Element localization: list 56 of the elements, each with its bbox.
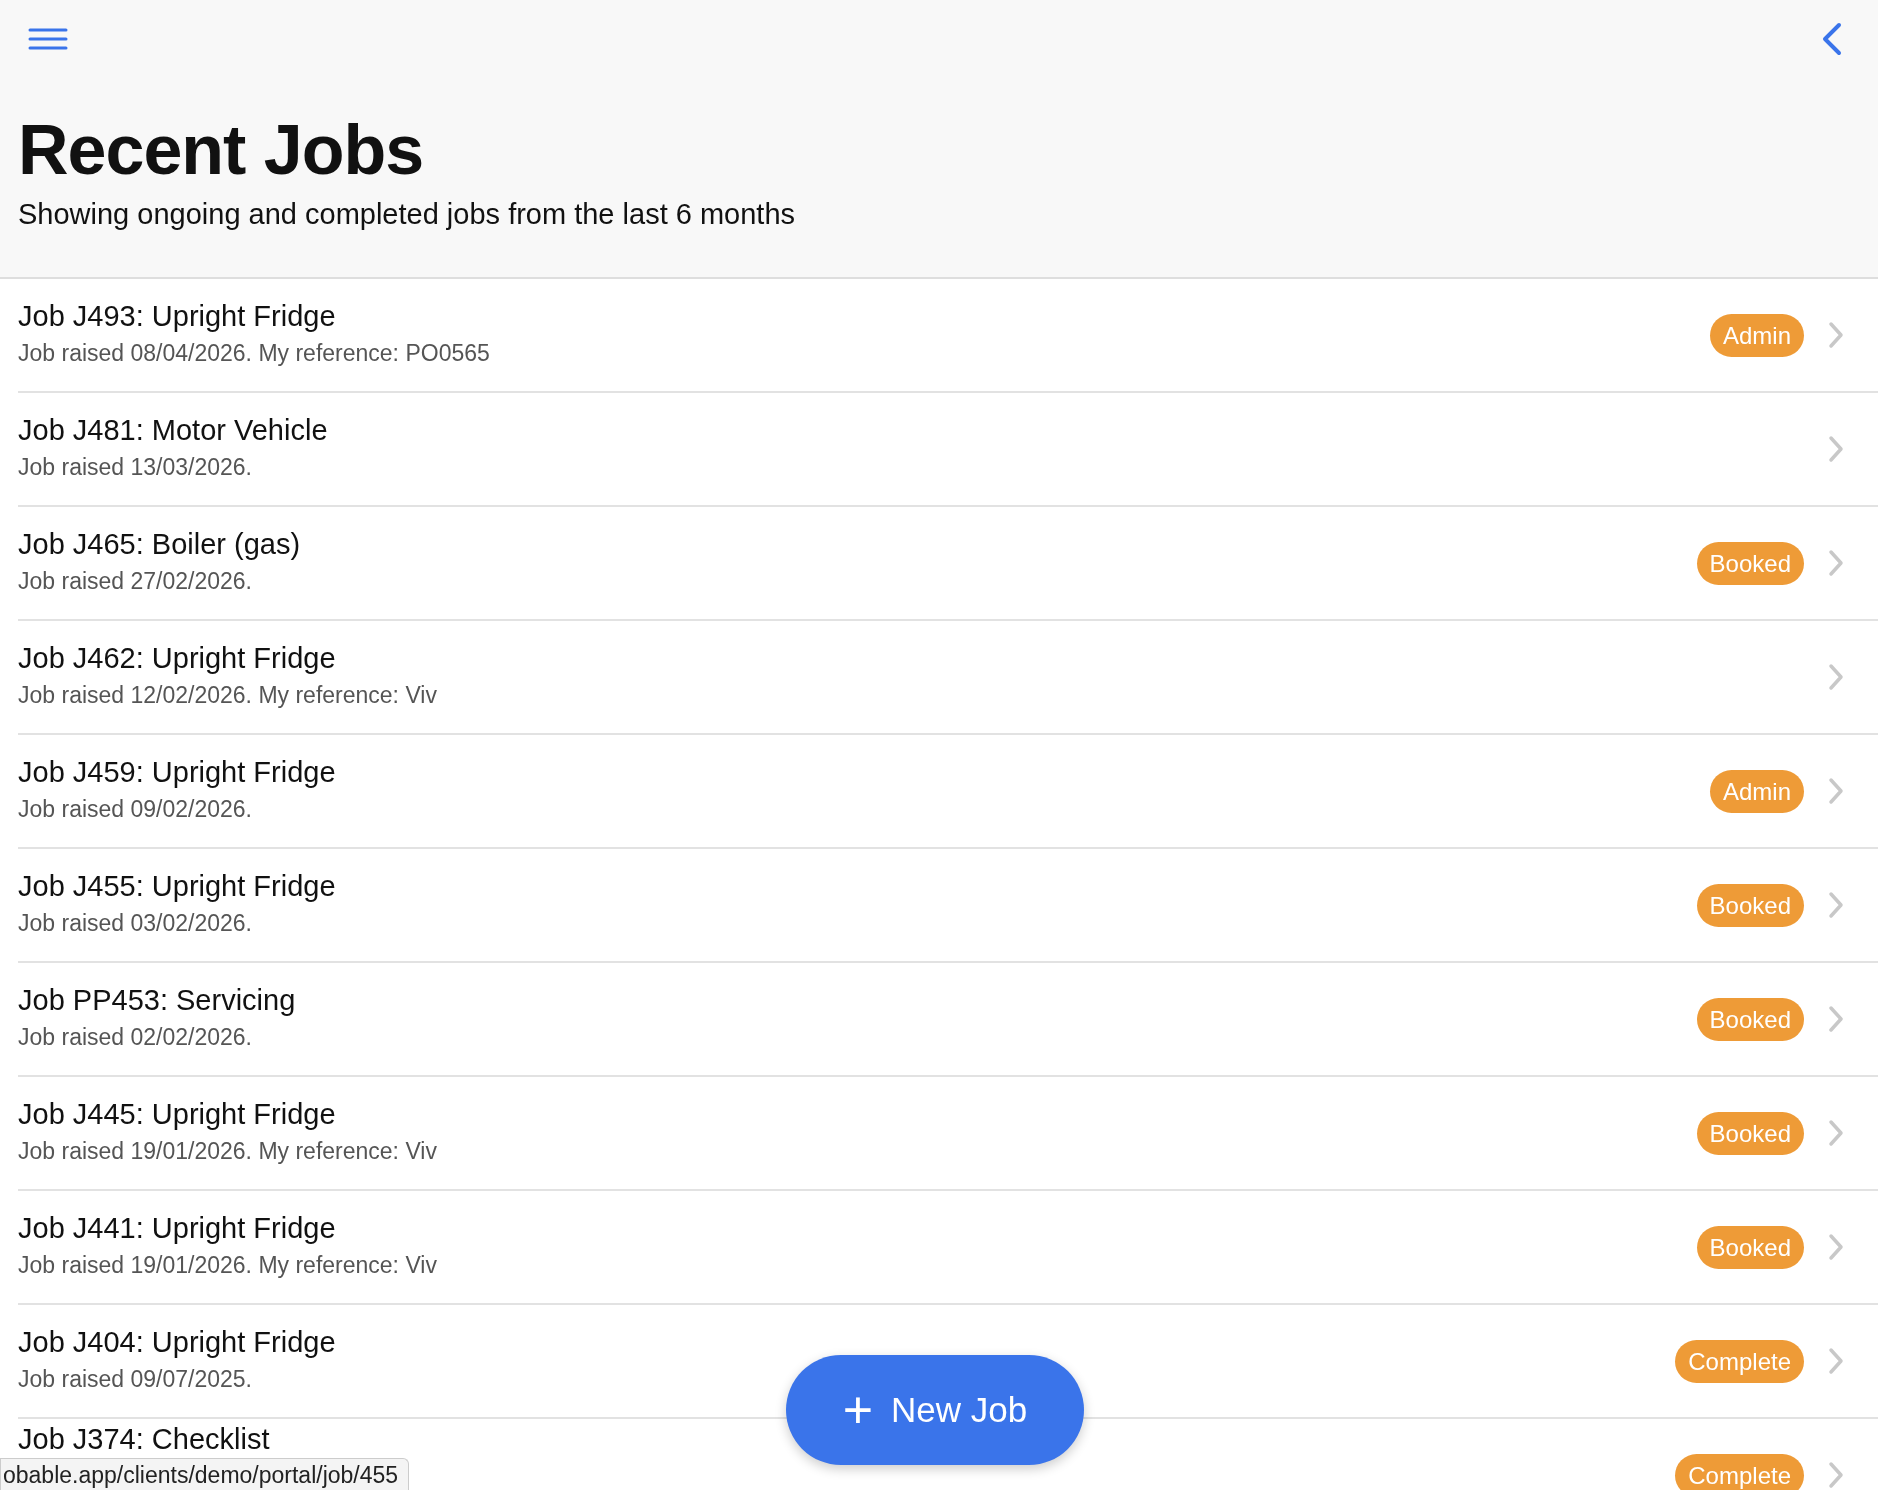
status-badge: Complete — [1675, 1339, 1804, 1383]
chevron-icon — [1828, 777, 1844, 805]
job-detail: Job raised 13/03/2026. — [18, 454, 253, 481]
status-badge: Booked — [1696, 541, 1804, 585]
job-row[interactable]: Job J493: Upright Fridge Job raised 08/04/2026. My reference: PO0565 Admin — [18, 279, 1878, 393]
back-icon[interactable] — [1822, 22, 1842, 56]
job-detail: Job raised 19/01/2026. My reference: Viv — [18, 1138, 438, 1165]
job-detail: Job raised 09/07/2025. — [18, 1366, 253, 1393]
page-title: Recent Jobs — [18, 110, 425, 190]
status-badge: Admin — [1709, 769, 1804, 813]
chevron-icon — [1828, 1119, 1844, 1147]
menu-icon[interactable] — [28, 27, 68, 51]
job-title: Job PP453: Servicing — [18, 983, 297, 1018]
job-row[interactable]: Job J462: Upright Fridge Job raised 12/02/2026. My reference: Viv — [18, 621, 1878, 735]
chevron-icon — [1828, 1347, 1844, 1375]
job-row[interactable]: Job J455: Upright Fridge Job raised 03/02/2026. Booked — [18, 849, 1878, 963]
job-detail: Job raised 12/02/2026. My reference: Viv — [18, 682, 438, 709]
job-detail: Job raised 02/02/2026. — [18, 1024, 253, 1051]
status-url: obable.app/clients/demo/portal/job/455 — [0, 1458, 410, 1490]
job-title: Job J445: Upright Fridge — [18, 1097, 337, 1132]
status-badge: Booked — [1696, 1225, 1804, 1269]
job-title: Job J459: Upright Fridge — [18, 755, 337, 790]
job-title: Job J404: Upright Fridge — [18, 1325, 337, 1360]
job-detail: Job raised 03/02/2026. — [18, 910, 253, 937]
job-title: Job J441: Upright Fridge — [18, 1211, 337, 1246]
job-row[interactable]: Job J445: Upright Fridge Job raised 19/01/2026. My reference: Viv Booked — [18, 1077, 1878, 1191]
job-detail: Job raised 27/02/2026. — [18, 568, 253, 595]
page-subtitle: Showing ongoing and completed jobs from the last 6 months — [18, 198, 797, 231]
chevron-icon — [1828, 321, 1844, 349]
status-badge: Admin — [1709, 313, 1804, 357]
status-badge: Booked — [1696, 1111, 1804, 1155]
job-title: Job J455: Upright Fridge — [18, 869, 337, 904]
chevron-icon — [1828, 1005, 1844, 1033]
chevron-icon — [1828, 891, 1844, 919]
new-job-button[interactable]: + New Job — [786, 1355, 1084, 1465]
chevron-icon — [1828, 1233, 1844, 1261]
status-badge: Booked — [1696, 883, 1804, 927]
chevron-icon — [1828, 1461, 1844, 1489]
job-row[interactable]: Job J441: Upright Fridge Job raised 19/01/2026. My reference: Viv Booked — [18, 1191, 1878, 1305]
chevron-icon — [1828, 435, 1844, 463]
chevron-icon — [1828, 549, 1844, 577]
job-row[interactable]: Job PP453: Servicing Job raised 02/02/2026. Booked — [18, 963, 1878, 1077]
job-detail: Job raised 19/01/2026. My reference: Viv — [18, 1252, 438, 1279]
job-title: Job J493: Upright Fridge — [18, 299, 337, 334]
job-row[interactable]: Job J465: Boiler (gas) Job raised 27/02/2026. Booked — [18, 507, 1878, 621]
job-detail: Job raised 09/02/2026. — [18, 796, 253, 823]
job-row[interactable]: Job J459: Upright Fridge Job raised 09/02/2026. Admin — [18, 735, 1878, 849]
job-detail: Job raised 08/04/2026. My reference: PO0565 — [18, 340, 491, 367]
job-row[interactable]: Job J481: Motor Vehicle Job raised 13/03/2026. — [18, 393, 1878, 507]
status-badge: Complete — [1675, 1453, 1804, 1490]
status-badge: Booked — [1696, 997, 1804, 1041]
job-title: Job J481: Motor Vehicle — [18, 413, 329, 448]
job-title: Job J374: Checklist — [18, 1422, 271, 1457]
job-title: Job J465: Boiler (gas) — [18, 527, 302, 562]
chevron-icon — [1828, 663, 1844, 691]
job-title: Job J462: Upright Fridge — [18, 641, 337, 676]
